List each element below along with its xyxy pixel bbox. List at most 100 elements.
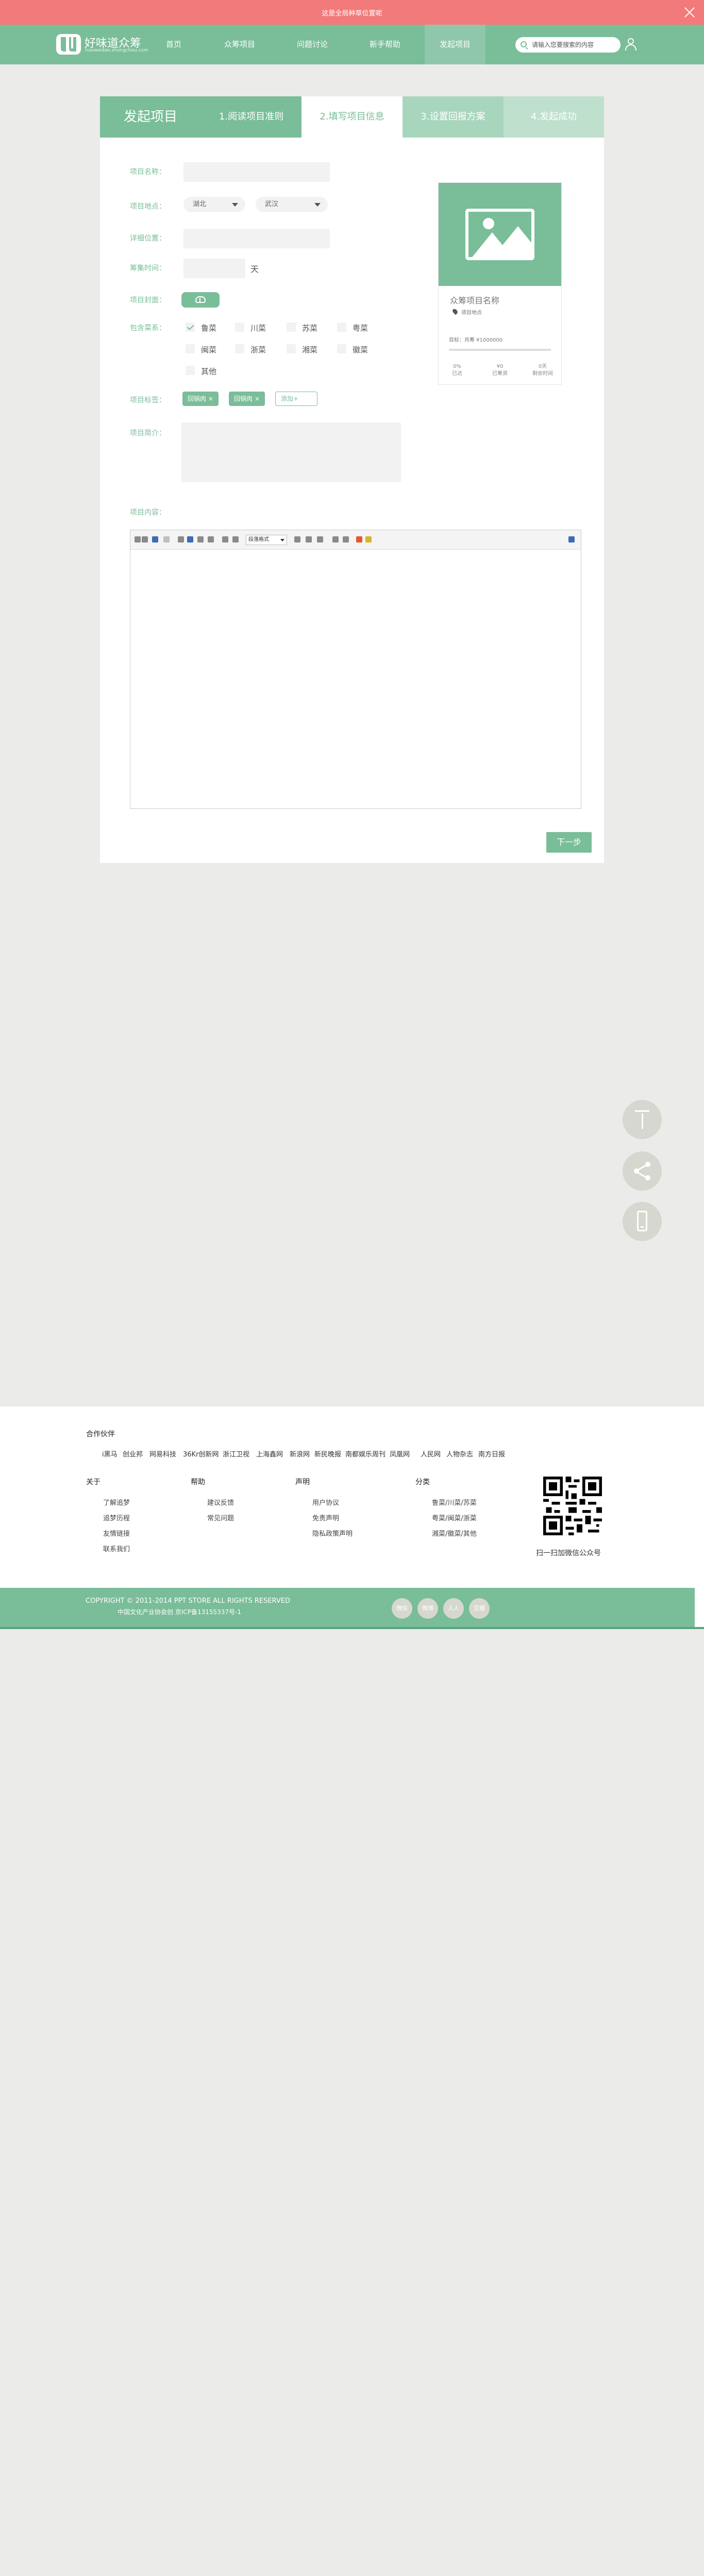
- share-button[interactable]: [623, 1151, 662, 1191]
- partner-link[interactable]: 36Kr创新网: [183, 1449, 219, 1459]
- partner-link[interactable]: 南都娱乐周刊: [345, 1449, 385, 1459]
- user-icon[interactable]: [625, 38, 637, 52]
- footer-link[interactable]: 了解追梦: [103, 1497, 130, 1507]
- footer-link[interactable]: 粤菜/闽菜/浙菜: [432, 1513, 477, 1522]
- address-input[interactable]: [183, 229, 330, 248]
- ordered-list-icon[interactable]: [197, 536, 204, 543]
- qr-caption: 扫一扫加微信公众号: [536, 1549, 601, 1557]
- chevron-down-icon: [314, 203, 321, 207]
- align-right-icon[interactable]: [317, 536, 323, 543]
- code-icon[interactable]: [142, 536, 148, 543]
- partners-title: 合作伙伴: [86, 1430, 115, 1438]
- text-color-icon[interactable]: [222, 536, 228, 543]
- footer-link[interactable]: 追梦历程: [103, 1513, 130, 1522]
- preview-stat-raised: ¥0 已筹资: [492, 364, 508, 377]
- footer-link[interactable]: 免责声明: [312, 1513, 339, 1522]
- days-input[interactable]: [183, 259, 245, 278]
- intro-textarea[interactable]: [181, 422, 401, 482]
- preview-image: [439, 183, 561, 286]
- redo-icon[interactable]: [163, 536, 170, 543]
- partner-link[interactable]: 上海鑫网: [256, 1449, 283, 1459]
- editor-toolbar: 段落格式: [130, 530, 581, 550]
- undo-icon[interactable]: [152, 536, 158, 543]
- icp-license: 中国文化产业协会创 京ICP备13155337号-1: [118, 1608, 242, 1616]
- partner-link[interactable]: 南方日报: [478, 1449, 505, 1459]
- city-value: 武汉: [265, 200, 279, 208]
- nav-help[interactable]: 新手帮助: [355, 25, 415, 64]
- rich-text-editor: 段落格式: [130, 530, 581, 809]
- preview-location: 项目地点: [461, 310, 482, 316]
- step-read-rules[interactable]: 1.阅读项目准则: [201, 96, 301, 138]
- project-name-input[interactable]: [183, 162, 330, 182]
- partner-link[interactable]: 网易科技: [149, 1449, 176, 1459]
- partner-link[interactable]: 凤凰网: [390, 1449, 410, 1459]
- footer-link[interactable]: 用户协议: [312, 1497, 339, 1507]
- partner-link[interactable]: 人民网: [421, 1449, 441, 1459]
- link-icon[interactable]: [332, 536, 339, 543]
- search-input[interactable]: [532, 40, 614, 49]
- copyright: COPYRIGHT © 2011-2014 PPT STORE ALL RIGH…: [86, 1597, 290, 1605]
- close-icon[interactable]: [682, 5, 697, 20]
- footer-link[interactable]: 联系我们: [103, 1544, 130, 1553]
- phone-icon: [637, 1211, 647, 1231]
- step-set-rewards[interactable]: 3.设置回报方案: [403, 96, 504, 138]
- footer-link[interactable]: 鲁菜/川菜/苏菜: [432, 1497, 477, 1507]
- partner-link[interactable]: 浙江卫视: [223, 1449, 249, 1459]
- intro-label: 项目简介：: [130, 429, 166, 437]
- paragraph-format-select[interactable]: 段落格式: [246, 535, 287, 545]
- footer-link[interactable]: 隐私政策声明: [312, 1528, 353, 1538]
- partner-link[interactable]: 新民晚报: [314, 1449, 341, 1459]
- douban-icon[interactable]: 豆瓣: [469, 1598, 490, 1619]
- back-to-top-button[interactable]: [623, 1100, 662, 1139]
- tag-label: 项目标签：: [130, 396, 166, 404]
- partner-link[interactable]: 创业邦: [123, 1449, 143, 1459]
- step-bar: 发起项目 1.阅读项目准则 2.填写项目信息 3.设置回报方案 4.发起成功: [100, 96, 604, 138]
- add-tag-button[interactable]: 添加+: [275, 392, 317, 406]
- search-icon[interactable]: [521, 41, 527, 47]
- brush-icon[interactable]: [187, 536, 193, 543]
- footer-col-category: 分类: [415, 1478, 430, 1486]
- content-editor-area[interactable]: [130, 550, 581, 808]
- image-icon[interactable]: [356, 536, 362, 543]
- nav-start-project[interactable]: 发起项目: [425, 25, 485, 64]
- partner-link[interactable]: 新浪网: [290, 1449, 310, 1459]
- next-step-button[interactable]: 下一步: [546, 832, 592, 853]
- preview-stat-percent: 0% 已达: [452, 364, 462, 377]
- province-select[interactable]: 湖北: [183, 197, 245, 212]
- cover-upload-button[interactable]: [181, 292, 220, 308]
- nav-discussion[interactable]: 问题讨论: [282, 25, 343, 64]
- project-tag[interactable]: 回锅肉 ×: [182, 392, 219, 406]
- brand-url: haoweidao.zhongchou.com: [85, 48, 148, 53]
- logo-icon[interactable]: [56, 33, 81, 56]
- align-left-icon[interactable]: [294, 536, 300, 543]
- renren-icon[interactable]: 人人: [443, 1598, 464, 1619]
- location-pin-icon: [451, 308, 459, 315]
- step-fill-info[interactable]: 2.填写项目信息: [301, 96, 403, 138]
- emoticon-icon[interactable]: [365, 536, 372, 543]
- footer-link[interactable]: 友情链接: [103, 1528, 130, 1538]
- footer-col-about: 关于: [86, 1478, 100, 1486]
- wechat-icon[interactable]: 微信: [392, 1598, 412, 1619]
- align-center-icon[interactable]: [306, 536, 312, 543]
- unordered-list-icon[interactable]: [208, 536, 214, 543]
- partner-link[interactable]: i黑马: [102, 1449, 118, 1459]
- project-tag[interactable]: 回锅肉 ×: [229, 392, 265, 406]
- footer-link[interactable]: 湘菜/徽菜/其他: [432, 1528, 477, 1538]
- partner-link[interactable]: 人物杂志: [446, 1449, 473, 1459]
- eraser-icon[interactable]: [178, 536, 184, 543]
- nav-projects[interactable]: 众筹项目: [209, 25, 270, 64]
- days-label: 筹集时间：: [130, 264, 166, 273]
- footer-link[interactable]: 建议反馈: [207, 1497, 234, 1507]
- mobile-button[interactable]: [623, 1202, 662, 1241]
- source-icon[interactable]: [135, 536, 141, 543]
- footer-link[interactable]: 常见问题: [207, 1513, 234, 1522]
- weibo-icon[interactable]: 微博: [417, 1598, 438, 1619]
- city-select[interactable]: 武汉: [256, 197, 328, 212]
- nav-home[interactable]: 首页: [143, 25, 204, 64]
- footer-col-statement: 声明: [295, 1478, 310, 1486]
- document-icon[interactable]: [232, 536, 239, 543]
- step-success[interactable]: 4.发起成功: [504, 96, 604, 138]
- unlink-icon[interactable]: [343, 536, 349, 543]
- fullscreen-icon[interactable]: [568, 536, 575, 543]
- province-value: 湖北: [193, 200, 207, 208]
